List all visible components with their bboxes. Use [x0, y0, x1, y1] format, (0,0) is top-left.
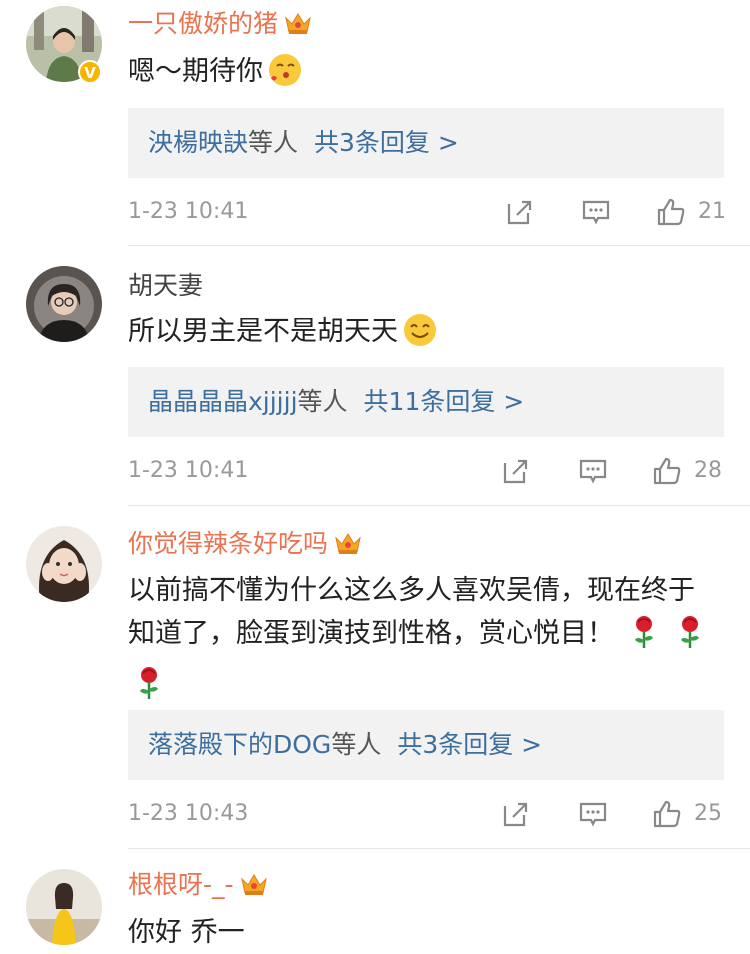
username[interactable]: 根根呀-_- [128, 869, 268, 905]
replies-summary[interactable]: 晶晶晶晶xjjjjj等人 共11条回复 > [128, 367, 724, 437]
comment-text: 所以男主是不是胡天天 [128, 310, 718, 361]
rose-emoji-icon [132, 665, 166, 714]
kiss-emoji-icon [267, 52, 303, 101]
comment-text: 以前搞不懂为什么这么多人喜欢吴倩，现在终于知道了，脸蛋到演技到性格，赏心悦目！ [128, 569, 708, 714]
like-icon[interactable] [655, 196, 687, 228]
timestamp: 1-23 10:41 [128, 199, 249, 224]
comment-footer: 1-23 10:41 21 [0, 192, 750, 232]
verified-badge: V [78, 60, 102, 84]
username[interactable]: 胡天妻 [128, 270, 203, 302]
vip-crown-icon [334, 530, 362, 564]
replies-summary[interactable]: 落落殿下的DOG等人 共3条回复 > [128, 710, 724, 780]
comment-text-content: 所以男主是不是胡天天 [128, 316, 398, 347]
share-icon[interactable] [504, 196, 536, 228]
reply-users-suffix: 等人 [331, 730, 382, 759]
reply-users-link[interactable]: 晶晶晶晶xjjjjj [148, 387, 298, 416]
reply-users-suffix: 等人 [248, 128, 299, 157]
comment-item: 你觉得辣条好吃吗 以前搞不懂为什么这么多人喜欢吴倩，现在终于知道了，脸蛋到演技到… [0, 506, 750, 849]
avatar[interactable] [26, 266, 102, 342]
reply-users-suffix: 等人 [297, 387, 348, 416]
avatar[interactable] [26, 869, 102, 945]
username[interactable]: 一只傲娇的猪 [128, 8, 312, 44]
like-icon[interactable] [651, 798, 683, 830]
comment-text-content: 嗯～期待你 [128, 56, 263, 87]
comment-footer: 1-23 10:43 25 [0, 794, 750, 834]
rose-emoji-icon [627, 614, 661, 663]
comment-text-content: 以前搞不懂为什么这么多人喜欢吴倩，现在终于知道了，脸蛋到演技到性格，赏心悦目！ [128, 575, 695, 649]
comment-item: 根根呀-_- 你好 乔一 [0, 849, 750, 951]
like-count: 21 [698, 199, 726, 224]
like-icon[interactable] [651, 455, 683, 487]
comment-item: 胡天妻 所以男主是不是胡天天 晶晶晶晶xjjjjj等人 共11条回复 > 1-23… [0, 246, 750, 506]
rose-emoji-icon [673, 614, 707, 663]
smile-emoji-icon [402, 312, 438, 361]
avatar[interactable] [26, 526, 102, 602]
comment-icon[interactable] [577, 798, 609, 830]
like-count: 25 [694, 801, 722, 826]
username-text[interactable]: 胡天妻 [128, 271, 203, 300]
comment-icon[interactable] [577, 455, 609, 487]
replies-summary[interactable]: 泱楊映訣等人 共3条回复 > [128, 108, 724, 178]
comment-text: 嗯～期待你 [128, 50, 718, 101]
reply-count-link[interactable]: 共3条回复 > [397, 730, 542, 759]
username-text[interactable]: 一只傲娇的猪 [128, 9, 278, 38]
share-icon[interactable] [500, 798, 532, 830]
comment-text-content: 你好 乔一 [128, 917, 245, 948]
reply-count-link[interactable]: 共3条回复 > [314, 128, 459, 157]
username-text[interactable]: 根根呀-_- [128, 870, 234, 899]
comment-icon[interactable] [580, 196, 612, 228]
like-count: 28 [694, 458, 722, 483]
reply-count-link[interactable]: 共11条回复 > [364, 387, 525, 416]
timestamp: 1-23 10:41 [128, 458, 249, 483]
comment-item: V 一只傲娇的猪 嗯～期待你 泱楊映訣等人 共3条回复 > 1-23 10:41 … [0, 0, 750, 246]
share-icon[interactable] [500, 455, 532, 487]
comment-footer: 1-23 10:41 28 [0, 451, 750, 491]
timestamp: 1-23 10:43 [128, 801, 249, 826]
username-text[interactable]: 你觉得辣条好吃吗 [128, 529, 328, 558]
username[interactable]: 你觉得辣条好吃吗 [128, 528, 362, 564]
reply-users-link[interactable]: 泱楊映訣 [148, 128, 248, 157]
comment-text: 你好 乔一 [128, 911, 718, 954]
reply-users-link[interactable]: 落落殿下的DOG [148, 730, 331, 759]
vip-crown-icon [240, 871, 268, 905]
vip-crown-icon [284, 10, 312, 44]
